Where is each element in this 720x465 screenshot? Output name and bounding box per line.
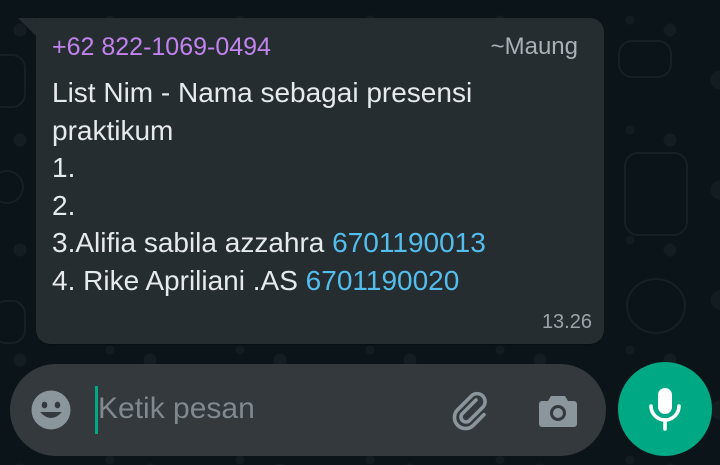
wallpaper-doodle — [626, 278, 686, 334]
message-text: List Nim - Nama sebagai presensi praktik… — [52, 74, 582, 299]
message-line: 1. — [52, 152, 76, 183]
camera-icon[interactable] — [536, 388, 580, 432]
paperclip-icon[interactable] — [446, 386, 494, 434]
message-timestamp: 13.26 — [541, 311, 592, 333]
message-input[interactable]: Ketik pesan — [98, 387, 255, 431]
number-link[interactable]: 6701190020 — [306, 265, 460, 296]
message-line: 2. — [52, 189, 76, 221]
message-line: 4. Rike Apriliani .AS 6701190020 — [52, 262, 582, 300]
wallpaper-doodle — [624, 152, 688, 236]
message-line: 3.Alifia sabila azzahra 6701190013 — [52, 224, 582, 262]
microphone-icon — [649, 388, 681, 431]
microphone-button[interactable] — [618, 362, 712, 456]
incoming-message-bubble[interactable]: +62 822-1069-0494 ~Maung List Nim - Nama… — [36, 18, 604, 344]
sender-display-name: ~Maung — [490, 33, 578, 60]
number-link[interactable]: 6701190013 — [332, 227, 486, 258]
wallpaper-doodle — [618, 40, 672, 78]
message-line: List Nim - Nama sebagai presensi praktik… — [52, 77, 473, 146]
bubble-tail — [18, 18, 36, 36]
sender-phone-number[interactable]: +62 822-1069-0494 — [52, 32, 271, 62]
emoji-icon[interactable] — [30, 389, 72, 431]
entry-name: 4. Rike Apriliani .AS — [52, 264, 306, 296]
entry-name: 3.Alifia sabila azzahra — [52, 227, 333, 258]
wallpaper-doodle — [0, 300, 26, 344]
wallpaper-doodle — [0, 54, 26, 108]
message-composer[interactable]: Ketik pesan — [10, 364, 606, 456]
